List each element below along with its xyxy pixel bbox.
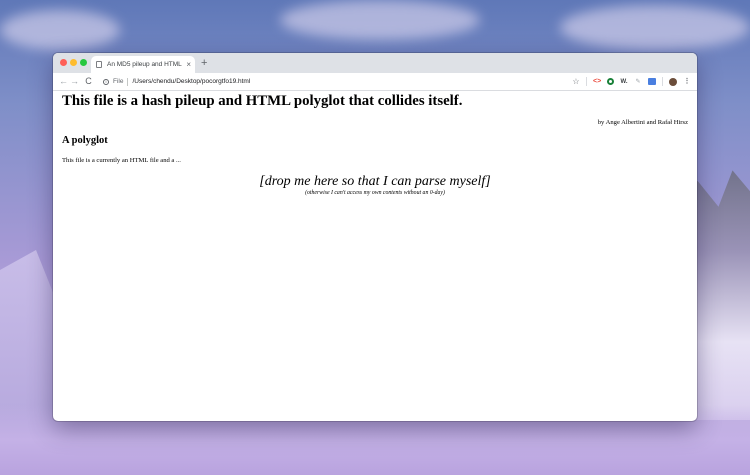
reload-button[interactable]: C xyxy=(83,73,94,90)
toolbar-divider xyxy=(586,77,587,86)
desktop-cloud xyxy=(0,10,120,50)
page-content: This file is a hash pileup and HTML poly… xyxy=(53,91,697,421)
minimize-window-button[interactable] xyxy=(70,59,77,66)
info-icon[interactable]: i xyxy=(103,78,109,85)
drop-zone-prompt[interactable]: [drop me here so that I can parse myself… xyxy=(53,174,697,190)
close-window-button[interactable] xyxy=(60,59,67,66)
red-extension-icon[interactable]: <> xyxy=(593,78,601,86)
forward-button[interactable]: → xyxy=(69,73,80,90)
intro-paragraph: This file is a currently an HTML file an… xyxy=(62,157,181,164)
section-heading: A polyglot xyxy=(62,135,108,146)
tab-close-icon[interactable]: × xyxy=(186,60,191,69)
back-button[interactable]: ← xyxy=(58,73,69,90)
toolbar-divider xyxy=(662,77,663,86)
tab-title: An MD5 pileup and HTML poly xyxy=(107,61,183,68)
zoom-window-button[interactable] xyxy=(80,59,87,66)
address-url[interactable]: /Users/chendu/Desktop/pocorgtfo19.html xyxy=(132,78,250,85)
address-divider xyxy=(127,77,129,86)
grey-extension-icon[interactable]: ✎ xyxy=(634,78,642,86)
drop-zone-note: (otherwise I can't access my own content… xyxy=(305,190,445,196)
profile-avatar[interactable] xyxy=(669,77,677,86)
tab-active[interactable]: An MD5 pileup and HTML poly × xyxy=(91,56,195,73)
browser-toolbar: ← → C i File /Users/chendu/Desktop/pocor… xyxy=(53,73,697,91)
browser-window: An MD5 pileup and HTML poly × + ← → C i … xyxy=(53,53,697,421)
tab-bar: An MD5 pileup and HTML poly × + xyxy=(53,53,697,73)
blue-extension-icon[interactable] xyxy=(648,78,656,85)
page-icon xyxy=(96,61,102,68)
green-circle-icon[interactable] xyxy=(607,78,614,85)
star-icon[interactable]: ☆ xyxy=(572,77,580,86)
page-title: This file is a hash pileup and HTML poly… xyxy=(62,93,463,109)
new-tab-button[interactable]: + xyxy=(201,56,207,70)
scheme-label: File xyxy=(113,78,124,85)
address-bar[interactable]: i File /Users/chendu/Desktop/pocorgtfo19… xyxy=(103,75,573,88)
desktop-cloud xyxy=(560,5,750,50)
w-extension-icon[interactable]: W. xyxy=(620,78,628,86)
extension-area: ☆ <> W. ✎ ⋮ xyxy=(572,73,691,90)
menu-icon[interactable]: ⋮ xyxy=(683,78,691,86)
desktop-cloud xyxy=(280,0,480,40)
byline: by Ange Albertini and Rafał Hirsz xyxy=(597,119,688,126)
